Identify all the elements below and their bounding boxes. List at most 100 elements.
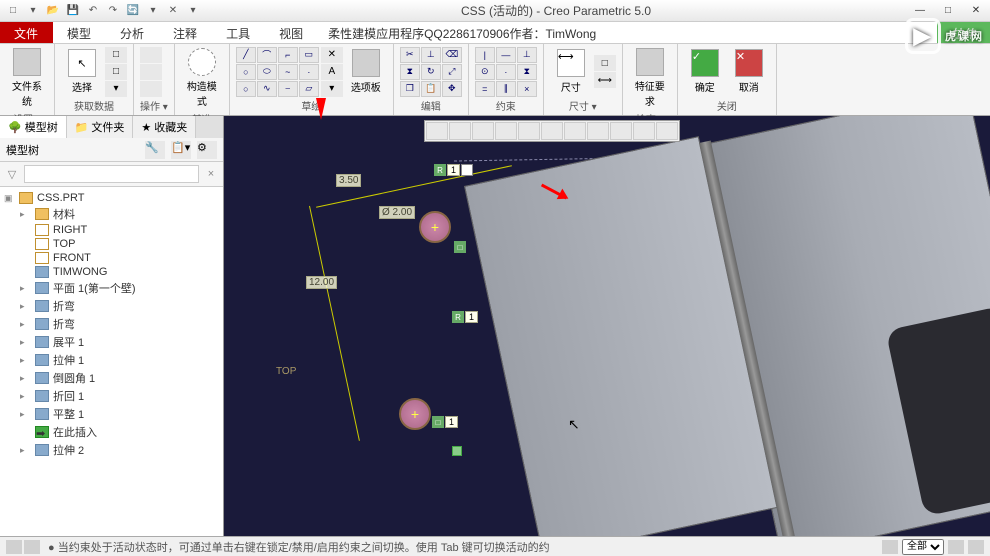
pst-icon[interactable]: 📋 [421,81,441,97]
tree-item[interactable]: RIGHT [0,223,223,237]
dim2-icon[interactable]: ⟷ [594,72,616,88]
constraint-tag[interactable]: R1 [452,311,478,323]
text-icon[interactable]: ○ [236,81,256,97]
select-opt2-icon[interactable]: □ [105,64,127,80]
con-coi-icon[interactable]: × [517,81,537,97]
tab-file[interactable]: 文件 [0,22,53,43]
dim-diameter[interactable]: Ø 2.00 [379,206,415,219]
inspect-button[interactable]: 特征要求 [629,46,671,110]
qat-close-icon[interactable]: □ [4,2,22,20]
sb-geom-icon[interactable] [948,540,964,554]
rot-icon[interactable]: ↻ [421,64,441,80]
tree-tool3-icon[interactable]: ⚙ [197,141,217,159]
proj-icon[interactable]: ▱ [299,81,319,97]
del-icon[interactable]: ⌫ [442,47,462,63]
fillet-icon[interactable]: ⌐ [278,47,298,63]
tab-analysis[interactable]: 分析 [106,22,159,43]
select-button[interactable]: ↖选择 [61,47,103,96]
filter-icon[interactable]: ▽ [2,165,22,183]
op3-icon[interactable] [140,81,162,97]
tree-item[interactable]: ▸拉伸 2 [0,441,223,459]
con-sym-icon[interactable]: ⧗ [517,64,537,80]
offset-icon[interactable]: ⎯ [278,81,298,97]
con-par-icon[interactable]: ∥ [496,81,516,97]
tab-tools[interactable]: 工具 [212,22,265,43]
vp-snap-icon[interactable] [633,122,655,140]
op2-icon[interactable] [140,64,162,80]
vp-zoom-icon[interactable] [449,122,471,140]
filesystem-button[interactable]: 文件系统 [6,46,48,110]
filter-clear-icon[interactable]: × [201,165,221,183]
tree-item[interactable]: ▸倒圆角 1 [0,369,223,387]
circle-icon[interactable]: ○ [236,64,256,80]
vp-shade-icon[interactable] [518,122,540,140]
spline-icon[interactable]: ~ [278,64,298,80]
vp-rotate-icon[interactable] [495,122,517,140]
dim-length[interactable]: 12.00 [306,276,337,289]
con-v-icon[interactable]: | [475,47,495,63]
vp-hid-icon[interactable] [564,122,586,140]
tree-item[interactable]: ▸材料 [0,205,223,223]
construct-button[interactable]: 构造模式 [181,46,223,110]
con-perp-icon[interactable]: ⊥ [517,47,537,63]
sb-disp-icon[interactable] [968,540,984,554]
selection-filter[interactable]: 全部 [902,539,944,555]
rect-icon[interactable]: ▭ [299,47,319,63]
constraint-tag[interactable]: □ [454,241,466,253]
vp-grid-icon[interactable] [610,122,632,140]
tab-annotate[interactable]: 注释 [159,22,212,43]
tab-model[interactable]: 模型 [53,22,106,43]
qat-more-icon[interactable]: ▾ [184,2,202,20]
cpy-icon[interactable]: ❐ [400,81,420,97]
con-mid-icon[interactable]: · [496,64,516,80]
trim-icon[interactable]: ✂ [400,47,420,63]
vp-pan-icon[interactable] [472,122,494,140]
tree-item[interactable]: ▸展平 1 [0,333,223,351]
con-tan-icon[interactable]: ⊙ [475,64,495,80]
select-opt3-icon[interactable]: ▾ [105,81,127,97]
sidetab-favorites[interactable]: ★收藏夹 [133,116,196,138]
sidetab-modeltree[interactable]: 🌳模型树 [0,116,67,138]
tree-item[interactable]: ▸折弯 [0,315,223,333]
sb-icon[interactable] [6,540,22,554]
constraint-tag[interactable]: □1 [432,416,458,428]
con-h-icon[interactable]: — [496,47,516,63]
ext-icon[interactable]: ⊥ [421,47,441,63]
qat-regen-icon[interactable]: 🔄 [124,2,142,20]
mv-icon[interactable]: ✥ [442,81,462,97]
vp-persp-icon[interactable] [587,122,609,140]
constraint-tag[interactable]: R1▱ [434,164,473,176]
tree-tool2-icon[interactable]: 📋▾ [171,141,191,159]
qat-open-icon[interactable]: 📂 [44,2,62,20]
sk2-icon[interactable]: A [321,64,343,80]
tab-view[interactable]: 视图 [265,22,318,43]
arc-icon[interactable]: ⌒ [257,47,277,63]
line-icon[interactable]: ╱ [236,47,256,63]
tree-item[interactable]: ▸折弯 [0,297,223,315]
tree-item[interactable]: TOP [0,237,223,251]
cancel-button[interactable]: ✕取消 [728,47,770,96]
qat-close2-icon[interactable]: ✕ [164,2,182,20]
dim-value[interactable]: 3.50 [336,174,361,187]
qat-new-icon[interactable]: ▾ [24,2,42,20]
qat-windows-icon[interactable]: ▾ [144,2,162,20]
tab-flex[interactable]: 柔性建模应用程序QQ2286170906作者：TimWong [318,22,937,43]
sb-filter-icon[interactable] [882,540,898,554]
sketch-circle[interactable] [399,398,431,430]
tree-insert-here[interactable]: ➡在此插入 [0,423,223,441]
curve-icon[interactable]: ∿ [257,81,277,97]
tree-item[interactable]: ▸平整 1 [0,405,223,423]
tree-item[interactable]: ▸拉伸 1 [0,351,223,369]
dim1-icon[interactable]: □ [594,55,616,71]
ellipse-icon[interactable]: ⬭ [257,64,277,80]
con-eq-icon[interactable]: = [475,81,495,97]
sketch-circle[interactable] [419,211,451,243]
vp-refit-icon[interactable] [426,122,448,140]
filter-input[interactable] [24,165,199,183]
select-opt-icon[interactable]: □ [105,47,127,63]
tree-item[interactable]: TIMWONG [0,265,223,279]
vp-layer-icon[interactable] [656,122,678,140]
tree-item[interactable]: FRONT [0,251,223,265]
dimension-button[interactable]: ⟷尺寸 [550,47,592,96]
sb-icon[interactable] [24,540,40,554]
